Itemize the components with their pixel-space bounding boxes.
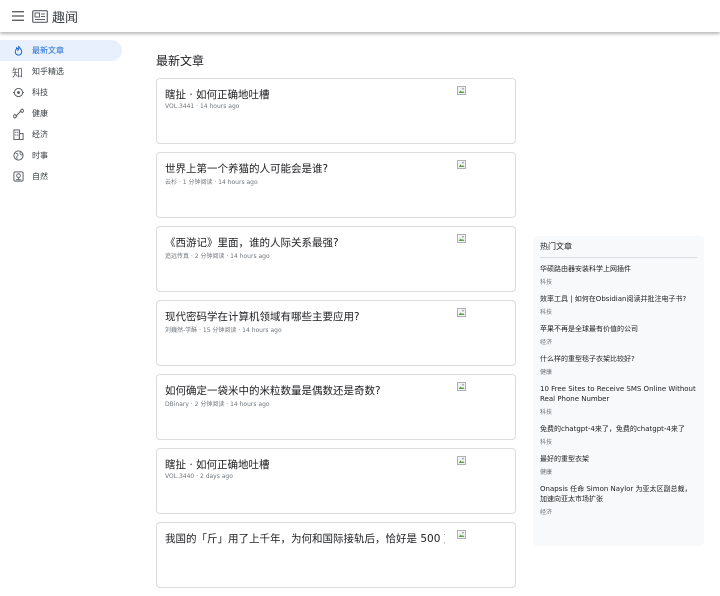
article-meta: 刘巍然-学酥 · 15 分钟阅读 · 14 hours ago <box>165 327 282 334</box>
broken-image-icon <box>457 530 466 539</box>
sidebar-item-label: 知乎精选 <box>32 67 64 76</box>
main-content: 最新文章 瞎扯 · 如何正确地吐槽 VOL.3441 · 14 hours ag… <box>156 52 516 596</box>
broken-image-icon <box>457 308 466 317</box>
sidebar-item-zhihu[interactable]: 知 知乎精选 <box>0 61 122 82</box>
hot-article-item[interactable]: 最好的重型衣架 健康 <box>540 454 697 476</box>
hot-article-category: 健康 <box>540 469 553 476</box>
article-title[interactable]: 瞎扯 · 如何正确地吐槽 <box>165 87 445 102</box>
sidebar-item-health[interactable]: 健康 <box>0 103 122 124</box>
article-card[interactable]: 现代密码学在计算机领域有哪些主要应用? 刘巍然-学酥 · 15 分钟阅读 · 1… <box>156 300 516 366</box>
atom-icon <box>12 87 24 99</box>
flame-icon <box>12 45 24 57</box>
sidebar: 最新文章 知 知乎精选 科技 健康 经济 时事 自然 <box>0 40 122 187</box>
hot-articles-panel: 热门文章 华硕路由器安装科学上网插件 科技 效率工具 | 如何在Obsidian… <box>533 236 704 546</box>
sidebar-item-nature[interactable]: 自然 <box>0 166 122 187</box>
article-meta: 追远传真 · 2 分钟阅读 · 14 hours ago <box>165 253 270 260</box>
hot-article-title[interactable]: 华硕路由器安装科学上网插件 <box>540 264 697 274</box>
hot-article-item[interactable]: Onapsis 任命 Simon Naylor 为亚太区副总裁，加速向亚太市场扩… <box>540 484 697 516</box>
hot-article-item[interactable]: 效率工具 | 如何在Obsidian阅读并批注电子书? 科技 <box>540 294 697 316</box>
sidebar-item-label: 经济 <box>32 130 48 139</box>
sidebar-item-current-affairs[interactable]: 时事 <box>0 145 122 166</box>
app-title: 趣闻 <box>52 10 79 26</box>
hot-article-item[interactable]: 什么样的重型毯子衣架比较好? 健康 <box>540 354 697 376</box>
article-meta: VOL.3441 · 14 hours ago <box>165 103 240 110</box>
dumbbell-icon <box>12 108 24 120</box>
menu-icon[interactable] <box>9 7 27 25</box>
sidebar-item-tech[interactable]: 科技 <box>0 82 122 103</box>
article-card[interactable]: 瞎扯 · 如何正确地吐槽 VOL.3441 · 14 hours ago <box>156 78 516 144</box>
sidebar-item-latest[interactable]: 最新文章 <box>0 40 122 61</box>
hot-article-category: 经济 <box>540 339 553 346</box>
hot-article-item[interactable]: 10 Free Sites to Receive SMS Online With… <box>540 384 697 416</box>
hot-article-title[interactable]: Onapsis 任命 Simon Naylor 为亚太区副总裁，加速向亚太市场扩… <box>540 484 697 504</box>
page-title: 最新文章 <box>156 54 205 68</box>
leaf-icon <box>12 171 24 183</box>
hot-article-item[interactable]: 免费的chatgpt-4来了，免费的chatgpt-4来了 科技 <box>540 424 697 446</box>
article-meta: VOL.3440 · 2 days ago <box>165 473 233 480</box>
sidebar-item-label: 科技 <box>32 88 48 97</box>
hot-article-category: 科技 <box>540 279 553 286</box>
broken-image-icon <box>457 160 466 169</box>
article-meta: DBinary · 2 分钟阅读 · 14 hours ago <box>165 401 270 408</box>
article-card[interactable]: 《西游记》里面，谁的人际关系最强? 追远传真 · 2 分钟阅读 · 14 hou… <box>156 226 516 292</box>
sidebar-item-label: 时事 <box>32 151 48 160</box>
hot-article-title[interactable]: 10 Free Sites to Receive SMS Online With… <box>540 384 697 404</box>
broken-image-icon <box>457 234 466 243</box>
article-title[interactable]: 瞎扯 · 如何正确地吐槽 <box>165 457 445 472</box>
hot-article-title[interactable]: 什么样的重型毯子衣架比较好? <box>540 354 697 364</box>
broken-image-icon <box>457 456 466 465</box>
zhihu-icon: 知 <box>12 66 24 78</box>
hot-article-title[interactable]: 免费的chatgpt-4来了，免费的chatgpt-4来了 <box>540 424 697 434</box>
article-title[interactable]: 如何确定一袋米中的米粒数量是偶数还是奇数? <box>165 383 445 398</box>
broken-image-icon <box>457 382 466 391</box>
newspaper-logo-icon <box>32 9 48 23</box>
svg-text:知: 知 <box>12 66 23 78</box>
hot-article-category: 科技 <box>540 409 553 416</box>
article-title[interactable]: 世界上第一个养猫的人可能会是谁? <box>165 161 445 176</box>
hot-article-category: 科技 <box>540 439 553 446</box>
article-title[interactable]: 我国的「斤」用了上千年，为何和国际接轨后，恰好是 500 克? <box>165 531 445 546</box>
hot-article-category: 科技 <box>540 309 553 316</box>
hot-article-title[interactable]: 最好的重型衣架 <box>540 454 697 464</box>
sidebar-item-economy[interactable]: 经济 <box>0 124 122 145</box>
article-card[interactable]: 瞎扯 · 如何正确地吐槽 VOL.3440 · 2 days ago <box>156 448 516 514</box>
sidebar-item-label: 最新文章 <box>32 46 64 55</box>
hot-article-title[interactable]: 苹果不再是全球最有价值的公司 <box>540 324 697 334</box>
hot-articles-title: 热门文章 <box>540 240 697 258</box>
globe-icon <box>12 150 24 162</box>
hot-article-item[interactable]: 苹果不再是全球最有价值的公司 经济 <box>540 324 697 346</box>
article-card[interactable]: 我国的「斤」用了上千年，为何和国际接轨后，恰好是 500 克? <box>156 522 516 588</box>
article-card[interactable]: 世界上第一个养猫的人可能会是谁? 云杉 · 1 分钟阅读 · 14 hours … <box>156 152 516 218</box>
article-card[interactable]: 如何确定一袋米中的米粒数量是偶数还是奇数? DBinary · 2 分钟阅读 ·… <box>156 374 516 440</box>
hot-article-item[interactable]: 华硕路由器安装科学上网插件 科技 <box>540 264 697 286</box>
broken-image-icon <box>457 86 466 95</box>
hot-article-category: 经济 <box>540 509 553 516</box>
article-title[interactable]: 《西游记》里面，谁的人际关系最强? <box>165 235 445 250</box>
article-title[interactable]: 现代密码学在计算机领域有哪些主要应用? <box>165 309 445 324</box>
hot-article-category: 健康 <box>540 369 553 376</box>
top-app-bar: 趣闻 <box>0 0 720 32</box>
sidebar-item-label: 自然 <box>32 172 48 181</box>
building-icon <box>12 129 24 141</box>
sidebar-item-label: 健康 <box>32 109 48 118</box>
hot-article-title[interactable]: 效率工具 | 如何在Obsidian阅读并批注电子书? <box>540 294 697 304</box>
article-meta: 云杉 · 1 分钟阅读 · 14 hours ago <box>165 179 258 186</box>
